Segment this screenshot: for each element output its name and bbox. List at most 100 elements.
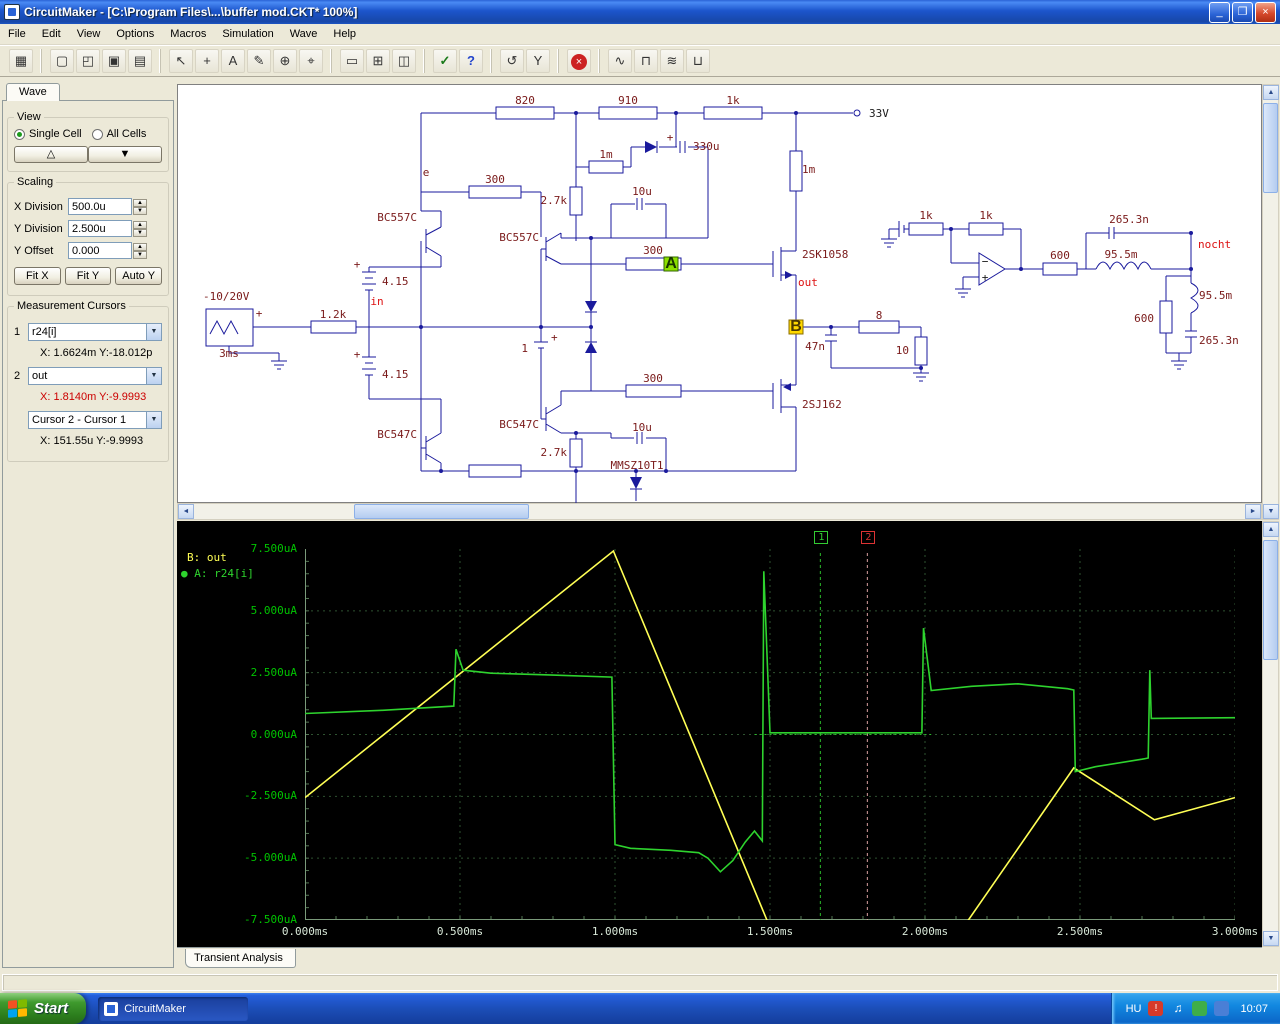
single-cell-radio[interactable] [14,128,25,140]
vscroll-thumb[interactable] [1263,103,1278,193]
fit-x-button[interactable]: Fit X [14,267,61,285]
spin-down-icon[interactable]: ▼ [133,206,147,215]
network-icon[interactable] [1214,1001,1230,1016]
view-group: View Single Cell All Cells △ ▼ [7,111,169,172]
close-button[interactable]: × [1255,1,1276,23]
menu-macros[interactable]: Macros [162,25,214,43]
print-button[interactable]: ▤ [128,49,152,73]
menu-help[interactable]: Help [325,25,364,43]
fit-window-button[interactable]: ▭ [340,49,364,73]
hscroll-thumb[interactable] [354,504,529,519]
schematic-label: 10u [632,421,652,434]
minimize-button[interactable]: _ [1209,1,1230,23]
probe-marker-b: B [790,318,802,335]
x-axis-tick: 0.000ms [281,925,329,938]
chevron-down-icon[interactable]: ▼ [146,368,161,384]
waveform-window-button[interactable]: ⊔ [686,49,710,73]
schematic-label: 600 [1050,249,1070,262]
chevron-down-icon[interactable]: ▼ [146,324,161,340]
schematic-vscrollbar[interactable]: ▲ ▼ [1262,84,1279,520]
help-button[interactable]: ? [459,49,483,73]
cursor-diff-value: Cursor 2 - Cursor 1 [32,414,127,426]
x-division-input[interactable] [68,198,132,215]
menu-file[interactable]: File [0,25,34,43]
save-button[interactable]: ▣ [102,49,126,73]
select-tool-button[interactable]: ↖ [169,49,193,73]
zoom-in-button[interactable]: ⊕ [273,49,297,73]
parts-browser-button[interactable]: ▦ [9,49,33,73]
spin-up-icon[interactable]: ▲ [133,220,147,229]
auto-y-button[interactable]: Auto Y [115,267,163,285]
move-up-button[interactable]: △ [14,146,88,163]
digital-scope-button[interactable]: ⊓ [634,49,658,73]
split-view-button[interactable]: ◫ [392,49,416,73]
spin-down-icon[interactable]: ▼ [133,250,147,259]
y-division-spinner[interactable]: ▲ ▼ [133,220,147,237]
tab-transient-analysis[interactable]: Transient Analysis [185,949,296,968]
maximize-button[interactable]: ❐ [1232,1,1253,23]
open-button[interactable]: ◰ [76,49,100,73]
toolbar-group: ▭ ⊞ ◫ [331,49,421,73]
y-offset-spinner[interactable]: ▲ ▼ [133,242,147,259]
scroll-up-icon[interactable]: ▲ [1263,522,1279,537]
simulation-setup-button[interactable]: ✓ [433,49,457,73]
tab-wave[interactable]: Wave [6,83,60,101]
wave-vscrollbar[interactable]: ▲ ▼ [1262,521,1279,947]
spin-up-icon[interactable]: ▲ [133,198,147,207]
chevron-down-icon[interactable]: ▼ [146,412,161,428]
scroll-up-icon[interactable]: ▲ [1263,85,1279,100]
menu-options[interactable]: Options [108,25,162,43]
cursor-flag-2[interactable]: 2 [861,531,876,544]
scroll-right-icon[interactable]: ► [1245,504,1261,519]
x-division-spinner[interactable]: ▲ ▼ [133,198,147,215]
cursor1-signal-select[interactable]: r24[i] ▼ [28,323,162,341]
spin-up-icon[interactable]: ▲ [133,242,147,251]
language-indicator[interactable]: HU [1126,1003,1142,1015]
hscroll-track[interactable] [194,504,1245,519]
scroll-left-icon[interactable]: ◄ [178,504,194,519]
place-part-button[interactable]: + [195,49,219,73]
reset-button[interactable]: ↺ [500,49,524,73]
vscroll-thumb[interactable] [1263,540,1278,660]
waveform-panel[interactable]: 7.500uA 5.000uA 2.500uA 0.000uA -2.500uA -5.0… [177,521,1262,947]
cursor-flag-1[interactable]: 1 [814,531,829,544]
cursor2-signal-select[interactable]: out ▼ [28,367,162,385]
digital-scope-icon: ⊓ [640,53,652,68]
menu-simulation[interactable]: Simulation [214,25,281,43]
move-down-button[interactable]: ▼ [88,146,162,163]
wire-tool-button[interactable]: ✎ [247,49,271,73]
shield-icon[interactable]: ! [1148,1001,1164,1016]
y-division-input[interactable] [68,220,132,237]
schematic-canvas[interactable]: A B 820 910 1k 33V +330u 1m 10u 1m 300 2.7k e BC557C… [177,84,1262,503]
schematic-label: + [354,348,361,361]
window-title: CircuitMaker - [C:\Program Files\...\buf… [24,5,358,19]
text-tool-button[interactable]: A [221,49,245,73]
scope-window-button[interactable]: ∿ [608,49,632,73]
y-offset-input[interactable] [68,242,132,259]
start-button[interactable]: Start [0,993,87,1024]
probe-y-button[interactable]: Y [526,49,550,73]
digital-view-button[interactable]: ⊞ [366,49,390,73]
all-cells-radio[interactable] [91,128,103,140]
schematic-label: 4.15 [382,275,409,288]
new-button[interactable]: ▢ [50,49,74,73]
menu-edit[interactable]: Edit [34,25,69,43]
menu-view[interactable]: View [69,25,109,43]
taskbar-item-circuitmaker[interactable]: CircuitMaker [98,996,249,1021]
speaker-icon[interactable]: ♫ [1170,1001,1185,1016]
cursor-diff-select[interactable]: Cursor 2 - Cursor 1 ▼ [28,411,162,429]
schematic-hscrollbar[interactable]: ◄ ► [177,503,1262,520]
schematic-label: 95.5m [1199,289,1232,302]
y-division-label: Y Division [14,222,63,235]
spin-down-icon[interactable]: ▼ [133,228,147,237]
bode-plot-button[interactable]: ≋ [660,49,684,73]
probe-tool-button[interactable]: ⌖ [299,49,323,73]
status-icon[interactable] [1192,1001,1208,1016]
menu-wave[interactable]: Wave [282,25,326,43]
fit-y-button[interactable]: Fit Y [64,267,112,285]
scroll-down-icon[interactable]: ▼ [1263,931,1279,946]
all-cells-label: All Cells [106,128,147,140]
stop-button[interactable]: × [567,49,591,73]
help-icon: ? [467,53,475,68]
scroll-down-icon[interactable]: ▼ [1263,504,1279,519]
